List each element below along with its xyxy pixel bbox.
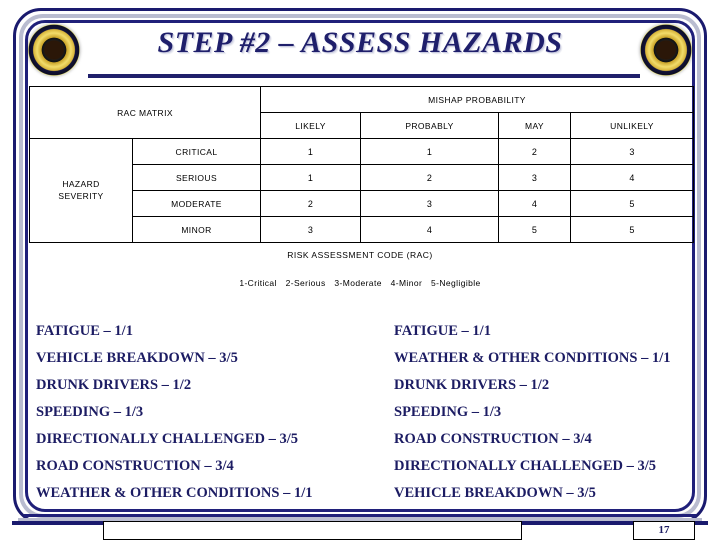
slide-title: STEP #2 – ASSESS HAZARDS: [157, 26, 563, 59]
rac-cell-critical-likely: 1: [260, 138, 362, 165]
hazard-severity-label: HAZARD SEVERITY: [29, 138, 133, 243]
rac-cell-moderate-unlikely: 5: [570, 190, 695, 217]
rac-cell-serious-unlikely: 4: [570, 164, 695, 191]
list-item: FATIGUE – 1/1: [394, 323, 491, 339]
list-item: SPEEDING – 1/3: [36, 404, 144, 420]
list-item: WEATHER & OTHER CONDITIONS – 1/1: [36, 485, 313, 501]
footer-notes-box: [103, 521, 522, 540]
hazard-list-left: FATIGUE – 1/1 VEHICLE BREAKDOWN – 3/5 DR…: [36, 318, 312, 507]
list-item: DIRECTIONALLY CHALLENGED – 3/5: [36, 431, 298, 447]
title-underline-rule: [88, 74, 640, 78]
rac-caption: RISK ASSESSMENT CODE (RAC): [287, 250, 433, 260]
list-item: VEHICLE BREAKDOWN – 3/5: [36, 350, 238, 366]
rac-cell-serious-probably: 2: [360, 164, 500, 191]
legend-item-3: 3-Moderate: [334, 278, 382, 288]
probability-header-probably: PROBABLY: [360, 112, 500, 139]
legend-item-4: 4-Minor: [390, 278, 423, 288]
hazard-list-right: FATIGUE – 1/1 WEATHER & OTHER CONDITIONS…: [394, 318, 670, 507]
rac-matrix-table: RAC MATRIX MISHAP PROBABILITY LIKELY PRO…: [28, 86, 695, 243]
rac-cell-moderate-probably: 3: [360, 190, 500, 217]
rac-cell-minor-probably: 4: [360, 216, 500, 243]
rac-cell-critical-unlikely: 3: [570, 138, 695, 165]
severity-row-label-moderate: MODERATE: [131, 190, 262, 217]
list-item: FATIGUE – 1/1: [36, 323, 133, 339]
slide: STEP #2 – ASSESS HAZARDS RAC MATRIX MISH…: [0, 0, 720, 540]
severity-row-label-minor: MINOR: [131, 216, 262, 243]
legend-item-5: 5-Negligible: [430, 278, 481, 288]
probability-header-may: MAY: [498, 112, 572, 139]
rac-legend: 1-Critical 2-Serious 3-Moderate 4-Minor …: [0, 278, 720, 288]
rac-cell-critical-probably: 1: [360, 138, 500, 165]
severity-row-label-critical: CRITICAL: [131, 138, 262, 165]
rac-cell-minor-likely: 3: [260, 216, 362, 243]
mishap-probability-header: MISHAP PROBABILITY: [260, 86, 695, 113]
table-row: HAZARD SEVERITY CRITICAL 1 1 2 3: [29, 138, 695, 243]
probability-header-unlikely: UNLIKELY: [570, 112, 695, 139]
page-number: 17: [633, 521, 695, 540]
list-item: DIRECTIONALLY CHALLENGED – 3/5: [394, 458, 656, 474]
rac-cell-minor-unlikely: 5: [570, 216, 695, 243]
rac-cell-critical-may: 2: [498, 138, 572, 165]
list-item: DRUNK DRIVERS – 1/2: [394, 377, 550, 393]
footer-rule-inner: [24, 514, 696, 517]
table-row-group-header: RAC MATRIX MISHAP PROBABILITY: [28, 86, 695, 139]
probability-header-likely: LIKELY: [260, 112, 362, 139]
severity-row-label-serious: SERIOUS: [131, 164, 262, 191]
rac-cell-moderate-likely: 2: [260, 190, 362, 217]
list-item: WEATHER & OTHER CONDITIONS – 1/1: [394, 350, 671, 366]
hazard-severity-label-line1: HAZARD: [62, 179, 100, 190]
rac-cell-serious-may: 3: [498, 164, 572, 191]
hazard-severity-label-line2: SEVERITY: [58, 190, 104, 201]
list-item: VEHICLE BREAKDOWN – 3/5: [394, 485, 596, 501]
legend-item-1: 1-Critical: [239, 278, 277, 288]
legend-item-2: 2-Serious: [285, 278, 326, 288]
rac-cell-moderate-may: 4: [498, 190, 572, 217]
list-item: ROAD CONSTRUCTION – 3/4: [36, 458, 234, 474]
list-item: SPEEDING – 1/3: [394, 404, 502, 420]
list-item: DRUNK DRIVERS – 1/2: [36, 377, 192, 393]
rac-cell-serious-likely: 1: [260, 164, 362, 191]
hazard-lists: FATIGUE – 1/1 VEHICLE BREAKDOWN – 3/5 DR…: [0, 318, 720, 508]
list-item: ROAD CONSTRUCTION – 3/4: [394, 431, 592, 447]
rac-matrix-corner-label: RAC MATRIX: [28, 86, 262, 139]
rac-cell-minor-may: 5: [498, 216, 572, 243]
